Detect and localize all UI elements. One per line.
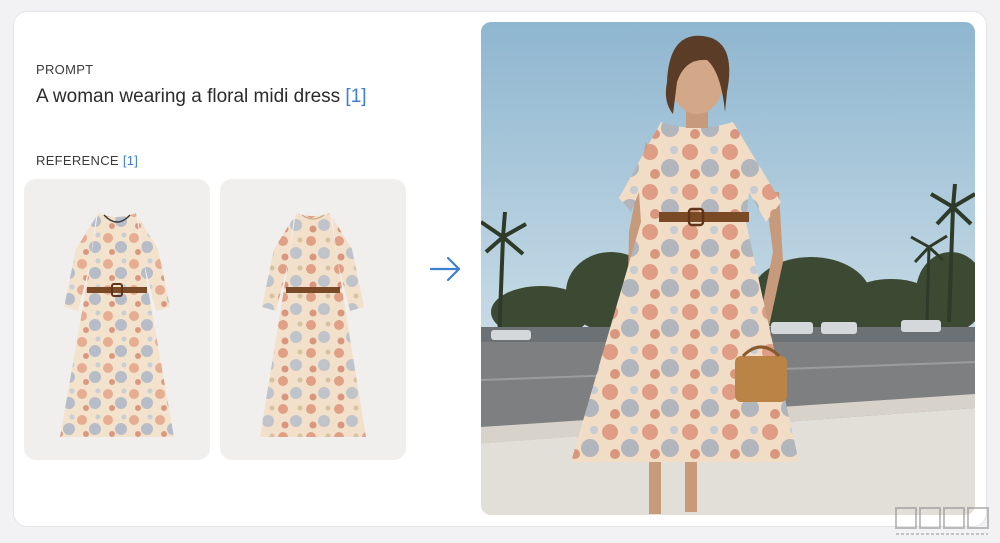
prompt-citation: [1] <box>345 86 367 107</box>
result-image <box>481 22 975 515</box>
reference-image-1 <box>24 179 210 460</box>
dress-illustration-front <box>60 213 174 437</box>
reference-image-2 <box>220 179 406 460</box>
reference-label: REFERENCE <box>36 153 119 168</box>
arrow-right-icon <box>429 256 461 282</box>
watermark-logo <box>895 507 989 535</box>
prompt-label: PROMPT <box>36 62 94 77</box>
generated-photo-illustration <box>481 22 975 515</box>
prompt-text: A woman wearing a floral midi dress [1] <box>36 86 367 108</box>
reference-label-row: REFERENCE [1] <box>36 153 138 168</box>
reference-citation: [1] <box>122 153 139 168</box>
dress-illustration-back <box>260 213 366 437</box>
prompt-text-content: A woman wearing a floral midi dress <box>36 86 341 107</box>
